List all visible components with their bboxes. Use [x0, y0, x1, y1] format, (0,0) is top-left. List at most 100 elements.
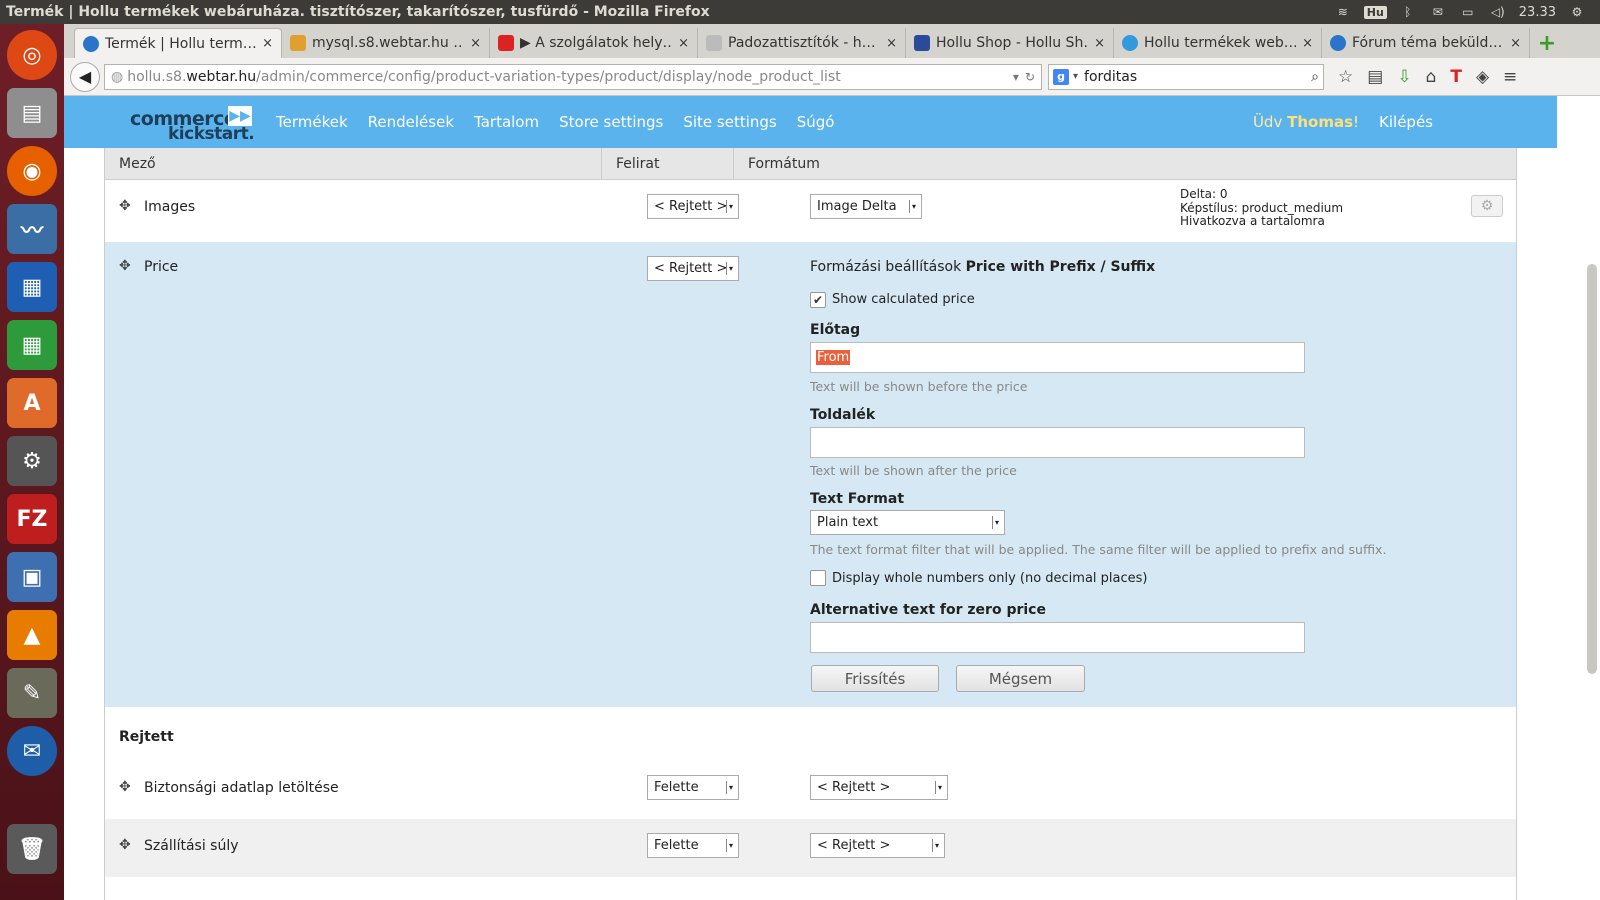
menu-item-help[interactable]: Súgó [797, 113, 835, 131]
clock[interactable]: 23.33 [1519, 5, 1556, 20]
cancel-button[interactable]: Mégsem [956, 665, 1085, 692]
files-icon[interactable]: ▤ [7, 88, 57, 138]
ubuntu-dash-icon[interactable]: ◎ [7, 30, 57, 80]
browser-tab[interactable]: mysql.s8.webtar.hu … × [282, 28, 490, 58]
download-icon[interactable]: ⇩ [1397, 67, 1411, 87]
section-row: Rejtett [105, 707, 1516, 761]
browser-tab[interactable]: Padozattisztítók - h… × [698, 28, 906, 58]
label-select[interactable]: < Rejtett > ▾ [647, 194, 739, 219]
url-bar[interactable]: ◍ hollu.s8.webtar.hu/admin/commerce/conf… [104, 63, 1042, 90]
label-select[interactable]: Felette ▾ [647, 833, 739, 858]
prefix-input[interactable]: From [810, 342, 1305, 373]
mail-icon[interactable]: ✉ [1429, 5, 1447, 19]
prefix-value: From [816, 350, 851, 365]
scrollbar-thumb[interactable] [1587, 264, 1597, 674]
screenshot-tool-icon[interactable]: ▣ [7, 552, 57, 602]
suffix-input[interactable] [810, 427, 1305, 458]
trash-icon[interactable]: 🗑 [7, 824, 57, 874]
suffix-label: Toldalék [810, 407, 876, 423]
back-button[interactable]: ◀ [70, 61, 100, 92]
label-select[interactable]: < Rejtett > ▾ [647, 256, 739, 281]
browser-tab[interactable]: Fórum téma beküld… × [1322, 28, 1530, 58]
filezilla-icon[interactable]: FZ [7, 494, 57, 544]
menu-item-store-settings[interactable]: Store settings [559, 113, 663, 131]
hidden-section-title: Rejtett [119, 729, 174, 745]
reload-icon[interactable]: ↻ [1025, 70, 1035, 84]
search-input[interactable]: forditas [1084, 69, 1311, 85]
vlc-icon[interactable]: ▲ [7, 610, 57, 660]
format-summary: Delta: 0 Képstílus: product_medium Hivat… [1180, 187, 1344, 228]
close-tab-icon[interactable]: × [678, 36, 689, 51]
wifi-icon[interactable]: ≋ [1334, 5, 1352, 19]
favicon-icon [706, 35, 722, 51]
browser-tab[interactable]: Hollu Shop - Hollu Sh… × [906, 28, 1114, 58]
writer-icon[interactable]: ▦ [7, 262, 57, 312]
software-center-icon[interactable]: A [7, 378, 57, 428]
logout-link[interactable]: Kilépés [1379, 113, 1433, 131]
update-button[interactable]: Frissítés [811, 665, 939, 692]
power-gear-icon[interactable]: ⚙ [1568, 5, 1586, 19]
text-format-select[interactable]: Plain text ▾ [810, 510, 1005, 535]
bookmark-star-icon[interactable]: ☆ [1338, 67, 1353, 87]
favicon-icon [914, 35, 930, 51]
battery-icon[interactable]: ▭ [1459, 5, 1477, 19]
volume-icon[interactable]: ◁) [1489, 5, 1507, 19]
google-icon[interactable]: g [1053, 68, 1069, 85]
format-select[interactable]: Image Delta ▾ [810, 194, 922, 219]
chevron-down-icon: ▾ [909, 200, 918, 213]
web-page: commerce kickstart. ▶▶ Termékek Rendelés… [64, 96, 1600, 900]
close-tab-icon[interactable]: × [1302, 36, 1313, 51]
back-arrow-icon: ◀ [78, 67, 92, 86]
home-icon[interactable]: ⌂ [1426, 67, 1437, 87]
page-scrollbar[interactable] [1557, 96, 1600, 900]
drag-handle-icon[interactable]: ✥ [119, 837, 131, 853]
zero-price-input[interactable] [810, 622, 1305, 653]
site-logo[interactable]: commerce kickstart. ▶▶ [130, 100, 255, 144]
format-select[interactable]: < Rejtett > ▾ [810, 775, 948, 800]
system-settings-icon[interactable]: ⚙ [7, 436, 57, 486]
translate-icon[interactable]: T [1450, 67, 1462, 87]
browser-tab[interactable]: ▶ A szolgálatok hely… × [490, 28, 698, 58]
favicon-icon [290, 35, 306, 51]
drag-handle-icon[interactable]: ✥ [119, 779, 131, 795]
thunderbird-icon[interactable]: ✉ [7, 726, 57, 776]
gear-icon: ⚙ [1480, 198, 1494, 214]
new-tab-button[interactable]: + [1530, 28, 1564, 58]
drag-handle-icon[interactable]: ✥ [119, 198, 131, 214]
menu-item-orders[interactable]: Rendelések [368, 113, 454, 131]
keyboard-layout[interactable]: Hu [1363, 5, 1387, 19]
menu-item-products[interactable]: Termékek [276, 113, 348, 131]
close-tab-icon[interactable]: × [1094, 36, 1105, 51]
format-select[interactable]: < Rejtett > ▾ [810, 833, 945, 858]
search-bar[interactable]: g ▾ forditas ⌕ [1048, 63, 1324, 90]
whole-numbers-checkbox[interactable] [810, 570, 826, 586]
bluetooth-icon[interactable]: ᛒ [1399, 5, 1417, 19]
close-tab-icon[interactable]: × [1510, 36, 1521, 51]
globe-icon: ◍ [111, 68, 124, 85]
close-tab-icon[interactable]: × [470, 36, 481, 51]
drag-handle-icon[interactable]: ✥ [119, 258, 131, 274]
addon-icon[interactable]: ◈ [1476, 67, 1489, 87]
format-settings-button[interactable]: ⚙ [1471, 195, 1503, 217]
site-header: commerce kickstart. ▶▶ Termékek Rendelés… [64, 96, 1557, 148]
search-icon[interactable]: ⌕ [1311, 69, 1319, 85]
menu-item-content[interactable]: Tartalom [474, 113, 539, 131]
firefox-icon[interactable]: ◉ [7, 146, 57, 196]
browser-tab[interactable]: Hollu termékek web… × [1114, 28, 1322, 58]
browser-tab-strip: Termék | Hollu term… × mysql.s8.webtar.h… [64, 24, 1600, 58]
dropdown-arrow-icon[interactable]: ▾ [1013, 70, 1019, 84]
system-monitor-icon[interactable]: 〰 [7, 204, 57, 254]
menu-item-site-settings[interactable]: Site settings [683, 113, 776, 131]
close-tab-icon[interactable]: × [262, 36, 273, 51]
gimp-icon[interactable]: ✎ [7, 668, 57, 718]
admin-menu: Termékek Rendelések Tartalom Store setti… [276, 113, 834, 131]
menu-icon[interactable]: ≡ [1503, 67, 1517, 87]
bookmarks-list-icon[interactable]: ▤ [1367, 67, 1383, 87]
browser-tab[interactable]: Termék | Hollu term… × [74, 28, 282, 58]
show-calculated-price-checkbox[interactable]: ✔ [810, 292, 826, 308]
dropdown-arrow-icon[interactable]: ▾ [1073, 71, 1078, 82]
label-select[interactable]: Felette ▾ [647, 775, 739, 800]
calc-icon[interactable]: ▦ [7, 320, 57, 370]
field-display-table: Mező Felirat Formátum ✥ Images < Rejtett… [104, 148, 1517, 900]
close-tab-icon[interactable]: × [886, 36, 897, 51]
